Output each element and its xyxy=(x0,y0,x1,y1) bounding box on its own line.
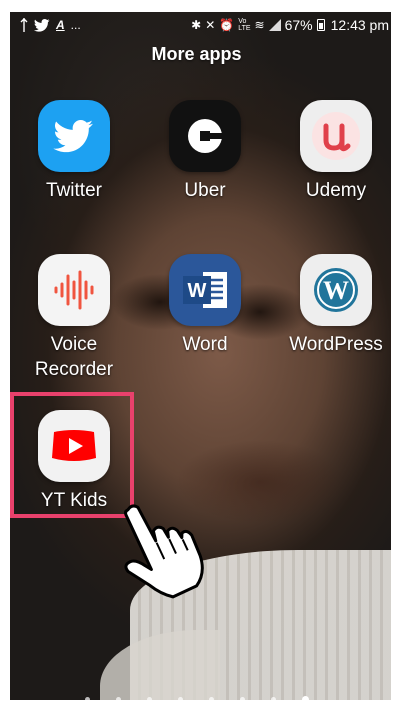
wallpaper-shirt-shadow xyxy=(100,630,220,700)
uber-icon xyxy=(169,100,241,172)
more-notifications-icon: ... xyxy=(70,18,81,32)
udemy-icon xyxy=(300,100,372,172)
app-label-line2: Recorder xyxy=(34,359,114,380)
twitter-icon xyxy=(34,18,50,32)
app-wordpress[interactable]: W WordPress xyxy=(276,254,393,357)
word-icon: W xyxy=(169,254,241,326)
app-uber[interactable]: Uber xyxy=(145,100,265,203)
usb-icon xyxy=(20,18,28,32)
page-indicator[interactable] xyxy=(0,694,393,704)
alarm-icon: ⏰ xyxy=(219,18,235,32)
battery-icon xyxy=(316,19,325,31)
page-dot[interactable] xyxy=(239,696,245,702)
app-word[interactable]: W Word xyxy=(145,254,265,357)
status-bar: A ... ✱ ✕ ⏰ Vo LTE ≋ 67% 12:43 pm xyxy=(10,12,391,40)
page-dot[interactable] xyxy=(270,696,276,702)
app-voice-recorder[interactable]: Voice Recorder xyxy=(14,254,134,382)
app-label-line1: Voice xyxy=(50,334,98,355)
bluetooth-icon: ✱ xyxy=(191,18,202,32)
app-label: Word xyxy=(182,334,228,355)
page-dot[interactable] xyxy=(208,696,214,702)
volte-icon: Vo LTE xyxy=(238,18,251,32)
page-dot[interactable] xyxy=(84,696,90,702)
app-label: Twitter xyxy=(46,180,102,201)
folder-title: More apps xyxy=(151,44,242,64)
status-left-icons: A ... xyxy=(20,18,81,32)
battery-percent: 67% xyxy=(284,17,313,33)
clock: 12:43 pm xyxy=(330,17,389,33)
app-label: Voice Recorder xyxy=(14,332,134,382)
app-label: Uber xyxy=(184,180,226,201)
wifi-icon: ≋ xyxy=(254,18,265,32)
page-dot-active[interactable] xyxy=(301,695,309,703)
page-dot[interactable] xyxy=(146,696,152,702)
font-icon: A xyxy=(56,18,65,32)
twitter-icon xyxy=(38,100,110,172)
app-udemy[interactable]: Udemy xyxy=(276,100,393,203)
signal-icon xyxy=(268,19,281,31)
mute-icon: ✕ xyxy=(205,18,216,32)
app-label: WordPress xyxy=(289,334,383,355)
hand-pointer-icon xyxy=(124,504,204,599)
page-dot[interactable] xyxy=(177,696,183,702)
wordpress-icon: W xyxy=(300,254,372,326)
page-dot[interactable] xyxy=(115,696,121,702)
status-right-icons: ✱ ✕ ⏰ Vo LTE ≋ 67% 12:43 pm xyxy=(191,18,389,32)
voice-recorder-icon xyxy=(38,254,110,326)
app-twitter[interactable]: Twitter xyxy=(14,100,134,203)
svg-text:W: W xyxy=(323,276,349,305)
app-label: Udemy xyxy=(305,180,367,201)
svg-text:W: W xyxy=(188,280,207,302)
